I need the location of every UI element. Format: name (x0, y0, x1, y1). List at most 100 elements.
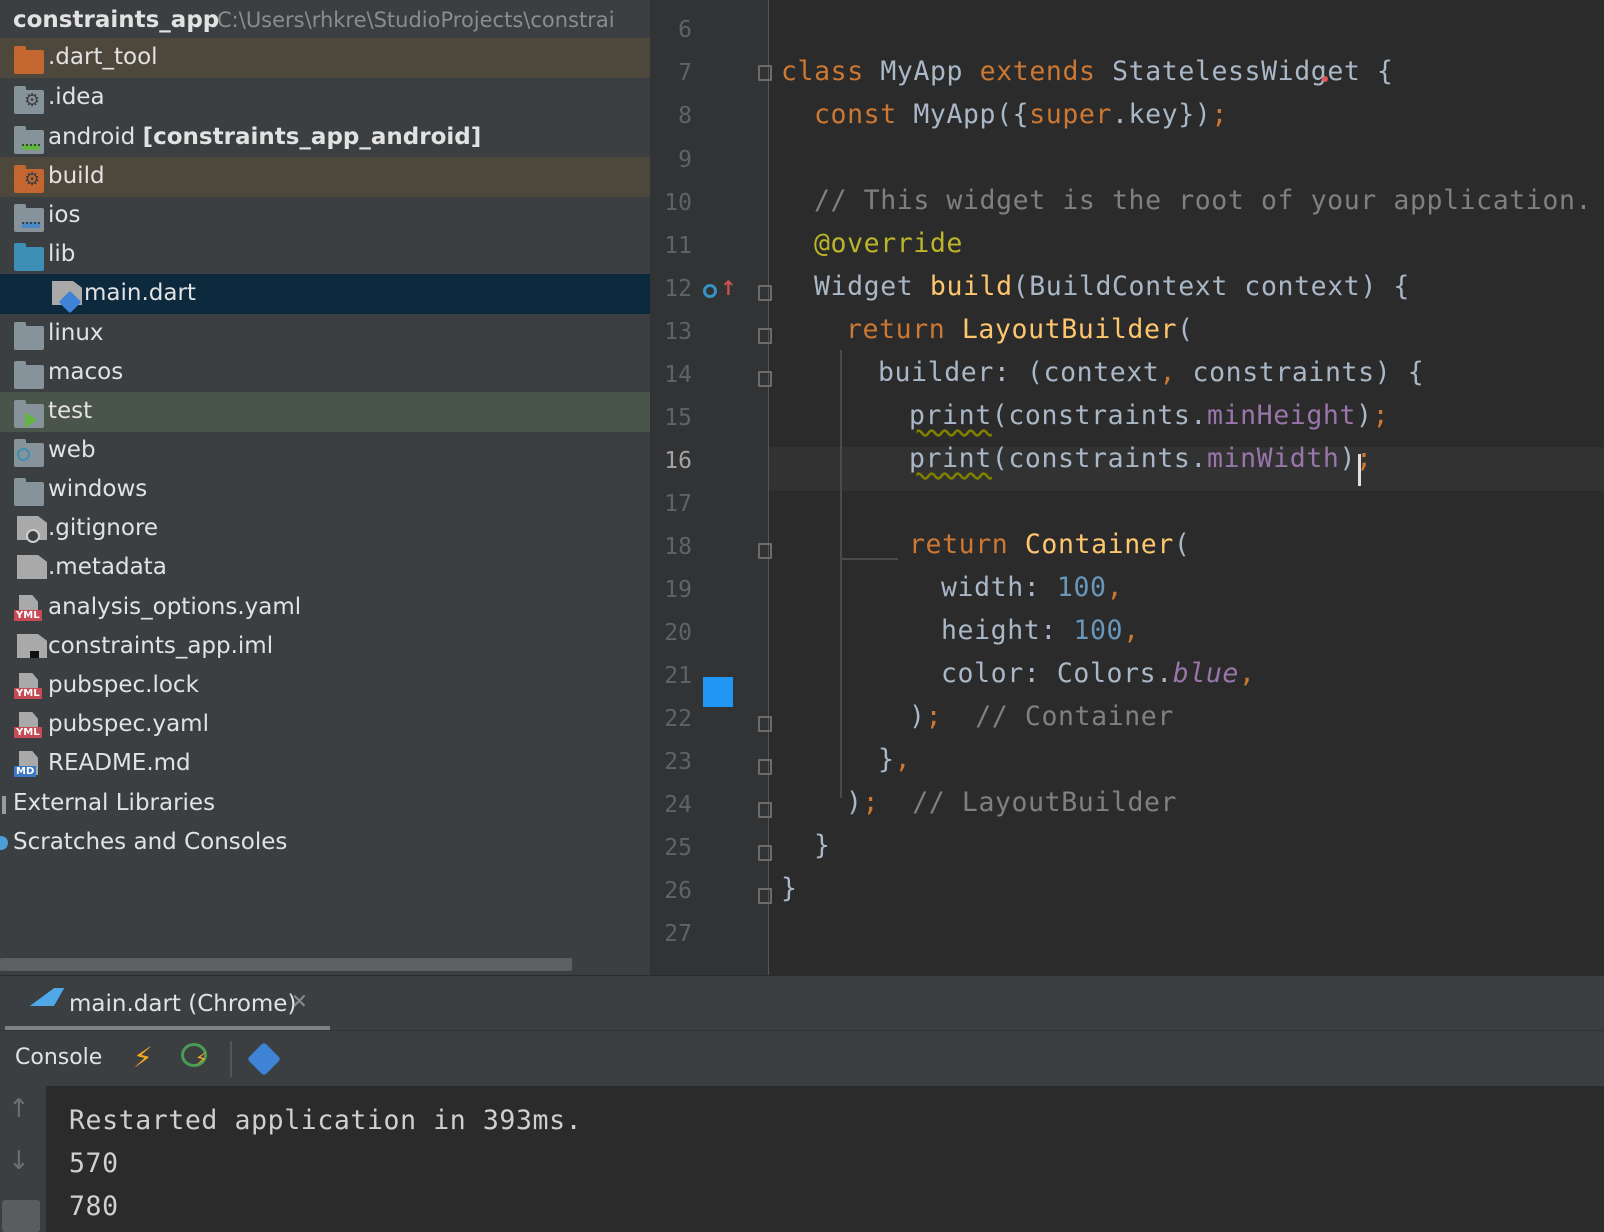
fold-icon[interactable] (758, 285, 772, 301)
run-tab-main-dart[interactable]: main.dart (Chrome) ✕ (5, 976, 330, 1031)
line-number: 18 (664, 534, 692, 560)
scroll-down-icon[interactable]: ↓ (8, 1146, 30, 1176)
scroll-up-icon[interactable]: ↑ (8, 1094, 30, 1124)
fold-icon[interactable] (758, 328, 772, 344)
module-folder-icon (14, 126, 44, 154)
fold-icon[interactable] (758, 759, 772, 775)
hot-reload-icon[interactable]: ⚡ (133, 1041, 153, 1074)
code-line-10: // This widget is the root of your appli… (814, 185, 1593, 216)
tree-item-linux[interactable]: linux (0, 314, 650, 354)
code-line-26: } (781, 873, 798, 904)
console-line: Restarted application in 393ms. (69, 1105, 583, 1136)
fold-icon[interactable] (758, 845, 772, 861)
line-number: 20 (664, 620, 692, 646)
line-number: 11 (664, 233, 692, 259)
code-line-13: return LayoutBuilder( (846, 314, 1194, 345)
project-root-name: constraints_app (13, 7, 220, 33)
horizontal-scrollbar[interactable] (0, 958, 572, 971)
arrow-up-icon: ↑ (720, 276, 737, 300)
tree-item-pubspec-yaml[interactable]: YML pubspec.yaml (0, 705, 650, 745)
line-number: 10 (664, 190, 692, 216)
fold-icon[interactable] (758, 371, 772, 387)
tree-item-label: web (48, 437, 96, 463)
code-line-20: height: 100, (941, 615, 1140, 646)
tree-item-label: Scratches and Consoles (13, 829, 288, 855)
run-tab-bar: main.dart (Chrome) ✕ (0, 975, 1604, 1031)
folder-icon (14, 46, 44, 74)
code-line-15: print(constraints.minHeight); (909, 400, 1390, 431)
line-number: 22 (664, 706, 692, 732)
console-tab[interactable]: Console (15, 1045, 102, 1070)
code-line-12: Widget build(BuildContext context) { (814, 271, 1410, 302)
tree-item-label: pubspec.yaml (48, 711, 209, 737)
folder-icon (14, 361, 44, 389)
console-line: 780 (69, 1191, 119, 1222)
line-number: 24 (664, 792, 692, 818)
tree-item-web[interactable]: web (0, 431, 650, 471)
close-icon[interactable]: ✕ (291, 989, 308, 1013)
tree-item-scratches[interactable]: Scratches and Consoles (0, 823, 650, 863)
tree-item-label: build (48, 163, 105, 189)
tree-item-lib[interactable]: lib (0, 235, 650, 275)
module-folder-icon (14, 204, 44, 232)
scratches-icon (0, 836, 8, 850)
override-icon[interactable] (703, 284, 717, 298)
tree-item-external-libraries[interactable]: External Libraries (0, 784, 650, 824)
tree-item-analysis-options[interactable]: YML analysis_options.yaml (0, 588, 650, 628)
error-dot-icon (1322, 76, 1328, 82)
tree-item-windows[interactable]: windows (0, 470, 650, 510)
tree-item-gitignore[interactable]: .gitignore (0, 509, 650, 549)
folder-icon (14, 322, 44, 350)
dart-devtools-icon[interactable] (247, 1042, 281, 1076)
tree-item-label: pubspec.lock (48, 672, 199, 698)
tree-item-label: analysis_options.yaml (48, 594, 302, 620)
tree-item-label: android [constraints_app_android] (48, 124, 482, 150)
project-tree: constraints_app C:\Users\rhkre\StudioPro… (0, 0, 650, 975)
yaml-file-icon: YML (14, 673, 44, 699)
code-line-8: const MyApp({super.key}); (814, 99, 1228, 130)
tree-item-readme[interactable]: MD README.md (0, 744, 650, 784)
toolbar-divider (230, 1041, 232, 1077)
tree-item-test[interactable]: test (0, 392, 650, 432)
module-marker-icon (22, 144, 40, 150)
color-swatch-icon[interactable] (703, 677, 733, 707)
tree-item-main-dart[interactable]: main.dart (0, 274, 650, 314)
fold-icon[interactable] (758, 543, 772, 559)
text-caret (1358, 454, 1361, 486)
fold-icon[interactable] (758, 888, 772, 904)
code-line-16: print(constraints.minWidth); (909, 443, 1373, 474)
fold-icon[interactable] (758, 65, 772, 81)
tree-item-idea[interactable]: ⚙ .idea (0, 78, 650, 118)
tree-item-ios[interactable]: ios (0, 196, 650, 236)
soft-wrap-icon[interactable] (2, 1200, 40, 1232)
line-number: 12 (664, 276, 692, 302)
tree-item-label: windows (48, 476, 148, 502)
code-line-23: }, (878, 744, 912, 775)
fold-icon[interactable] (758, 716, 772, 732)
folder-icon (14, 478, 44, 506)
tree-item-metadata[interactable]: .metadata (0, 548, 650, 588)
line-number: 14 (664, 362, 692, 388)
markdown-file-icon: MD (14, 751, 44, 777)
tree-item-iml[interactable]: constraints_app.iml (0, 627, 650, 667)
line-number: 15 (664, 405, 692, 431)
tree-root[interactable]: constraints_app C:\Users\rhkre\StudioPro… (0, 0, 650, 40)
code-editor[interactable]: 6 7 8 9 10 11 12 13 14 15 16 17 18 19 20… (650, 0, 1604, 975)
indent-guide-branch (840, 558, 898, 560)
code-line-14: builder: (context, constraints) { (878, 357, 1425, 388)
tree-item-build[interactable]: ⚙ build (0, 157, 650, 197)
console-output[interactable]: ↑ ↓ Restarted application in 393ms. 570 … (0, 1086, 1604, 1232)
tree-item-label: README.md (48, 750, 191, 776)
code-line-21: color: Colors.blue, (941, 658, 1256, 689)
yaml-file-icon: YML (14, 595, 44, 621)
fold-icon[interactable] (758, 802, 772, 818)
source-folder-icon (14, 243, 44, 271)
tree-item-macos[interactable]: macos (0, 353, 650, 393)
console-gutter: ↑ ↓ (0, 1086, 46, 1232)
tree-item-pubspec-lock[interactable]: YML pubspec.lock (0, 666, 650, 706)
line-number: 27 (664, 921, 692, 947)
run-tab-label: main.dart (Chrome) (69, 991, 297, 1017)
tree-item-android[interactable]: android [constraints_app_android] (0, 118, 650, 158)
tree-item-dart-tool[interactable]: .dart_tool (0, 38, 650, 78)
flutter-icon (29, 988, 65, 1006)
